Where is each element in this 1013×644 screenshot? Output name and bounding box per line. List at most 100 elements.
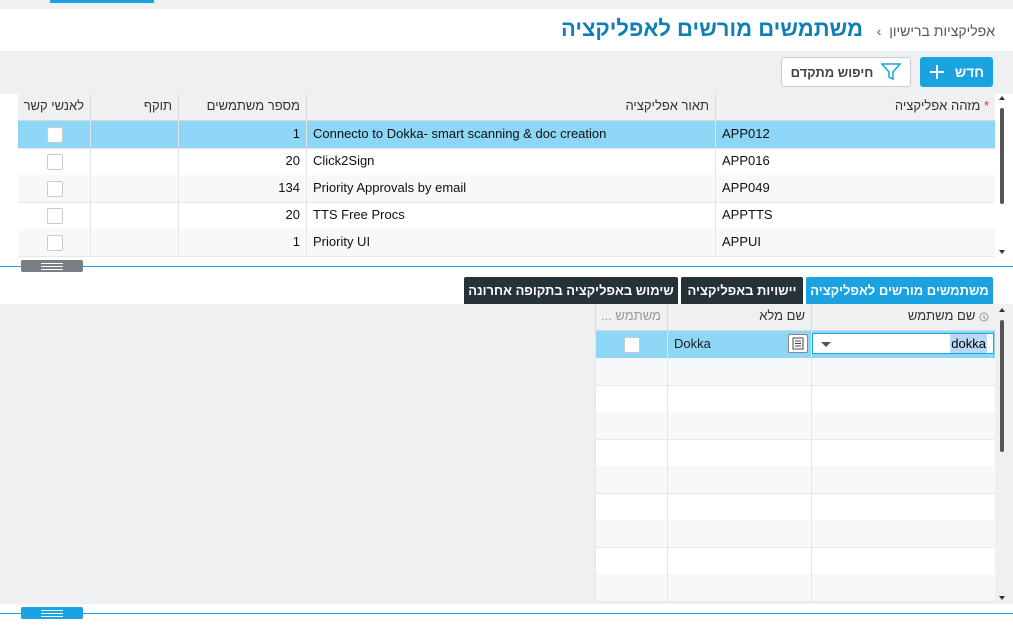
sub-tabs: משתמשים מורשים לאפליקציה יישויות באפליקצ… [0, 277, 1013, 304]
breadcrumb-parent-link[interactable]: אפליקציות ברישיון [889, 23, 995, 39]
scroll-up-icon[interactable] [999, 96, 1005, 100]
cell-user-count[interactable]: 20 [178, 202, 306, 229]
new-button[interactable]: חדש [920, 57, 993, 87]
dropdown-arrow-icon[interactable] [821, 342, 831, 347]
empty-row[interactable] [595, 358, 995, 386]
column-header-contacts-label: לאנשי קשר [23, 98, 84, 113]
page-header: אפליקציות ברישיון › משתמשים מורשים לאפלי… [0, 9, 1013, 51]
cell-user-flag [595, 331, 667, 358]
cell-fullname[interactable]: Dokka [667, 331, 811, 358]
splitter-handle-icon[interactable] [21, 607, 83, 619]
cell-validity[interactable] [90, 148, 178, 175]
cell-user-count[interactable]: 20 [178, 148, 306, 175]
cell-user-count[interactable]: 1 [178, 121, 306, 148]
cell-validity[interactable] [90, 175, 178, 202]
applications-table-scrollbar[interactable] [998, 94, 1006, 257]
scrollbar-thumb[interactable] [1000, 108, 1004, 204]
table-row[interactable]: APPUI Priority UI 1 [18, 229, 995, 257]
cell-app-desc[interactable]: Priority Approvals by email [306, 175, 715, 202]
fullname-value: Dokka [674, 336, 711, 351]
bottom-area [0, 604, 1013, 644]
column-header-username[interactable]: שם משתמש [811, 304, 995, 330]
tab-app-entities[interactable]: יישויות באפליקציה [681, 277, 803, 304]
tab-recent-usage[interactable]: שימוש באפליקציה בתקופה אחרונה [464, 277, 678, 304]
cell-app-desc[interactable]: Connecto to Dokka- smart scanning & doc … [306, 121, 715, 148]
required-mark: * [983, 98, 989, 113]
column-header-app-id-label: מזהה אפליקציה [894, 98, 981, 113]
username-input[interactable]: dokka [812, 333, 994, 354]
plus-icon [929, 65, 944, 79]
empty-row[interactable] [595, 493, 995, 521]
cell-validity[interactable] [90, 121, 178, 148]
authorized-users-scrollbar[interactable] [998, 304, 1006, 602]
column-header-user-flag[interactable]: משתמש ... [595, 304, 667, 330]
user-flag-checkbox[interactable] [624, 337, 640, 353]
column-header-fullname[interactable]: שם מלא [667, 304, 811, 330]
advanced-search-label: חיפוש מתקדם [790, 64, 874, 80]
page-title: משתמשים מורשים לאפליקציה [560, 16, 863, 41]
scroll-down-icon[interactable] [999, 250, 1005, 254]
column-header-app-desc[interactable]: תאור אפליקציה [306, 94, 715, 120]
cell-user-count[interactable]: 134 [178, 175, 306, 202]
cell-app-desc[interactable]: Click2Sign [306, 148, 715, 175]
cell-contacts [18, 202, 90, 229]
table-row[interactable]: APP016 Click2Sign 20 [18, 148, 995, 176]
table-row[interactable]: dokka Dokka [595, 331, 995, 359]
contacts-checkbox[interactable] [47, 235, 63, 251]
column-info-icon [979, 312, 989, 322]
cell-user-count[interactable]: 1 [178, 229, 306, 256]
tab-authorized-users[interactable]: משתמשים מורשים לאפליקציה [806, 277, 993, 304]
authorized-users-table: שם משתמש שם מלא משתמש ... dokka Dokka [595, 304, 995, 602]
new-button-label: חדש [954, 64, 985, 80]
empty-row[interactable] [595, 547, 995, 575]
column-header-app-id[interactable]: * מזהה אפליקציה [715, 94, 995, 120]
splitter-handle-icon[interactable] [21, 260, 83, 272]
filter-icon [881, 63, 902, 81]
column-header-fullname-label: שם מלא [759, 308, 805, 323]
column-header-contacts[interactable]: לאנשי קשר [18, 94, 90, 120]
column-header-user-count-label: מספר משתמשים [206, 98, 300, 113]
cell-validity[interactable] [90, 202, 178, 229]
cell-contacts [18, 175, 90, 202]
empty-row[interactable] [595, 466, 995, 494]
cell-app-id[interactable]: APPUI [715, 229, 995, 256]
table-row[interactable]: APP049 Priority Approvals by email 134 [18, 175, 995, 203]
cell-app-id[interactable]: APP049 [715, 175, 995, 202]
username-value: dokka [950, 334, 987, 353]
empty-row[interactable] [595, 574, 995, 602]
active-tab-indicator [50, 0, 154, 3]
advanced-search-button[interactable]: חיפוש מתקדם [781, 57, 911, 87]
scroll-up-icon[interactable] [999, 308, 1005, 312]
contacts-checkbox[interactable] [47, 181, 63, 197]
contacts-checkbox[interactable] [47, 208, 63, 224]
toolbar: חדש חיפוש מתקדם [0, 51, 1013, 94]
upper-splitter-line [0, 266, 1013, 267]
empty-row[interactable] [595, 412, 995, 440]
table-row[interactable]: APP012 Connecto to Dokka- smart scanning… [18, 121, 995, 149]
column-header-user-count[interactable]: מספר משתמשים [178, 94, 306, 120]
table-row[interactable]: APPTTS TTS Free Procs 20 [18, 202, 995, 230]
cell-username: dokka [811, 331, 995, 358]
column-header-validity[interactable]: תוקף [90, 94, 178, 120]
document-icon[interactable] [788, 334, 808, 353]
column-header-validity-label: תוקף [143, 98, 172, 113]
empty-row[interactable] [595, 385, 995, 413]
applications-table-header: * מזהה אפליקציה תאור אפליקציה מספר משתמש… [18, 94, 995, 121]
cell-app-id[interactable]: APP012 [715, 121, 995, 148]
contacts-checkbox[interactable] [47, 154, 63, 170]
column-header-app-desc-label: תאור אפליקציה [625, 98, 709, 113]
cell-validity[interactable] [90, 229, 178, 256]
cell-contacts [18, 148, 90, 175]
empty-row[interactable] [595, 520, 995, 548]
cell-app-id[interactable]: APPTTS [715, 202, 995, 229]
lower-splitter-line [0, 613, 1013, 614]
breadcrumb: אפליקציות ברישיון › [877, 23, 995, 39]
cell-app-id[interactable]: APP016 [715, 148, 995, 175]
scrollbar-thumb[interactable] [1000, 320, 1004, 452]
cell-app-desc[interactable]: TTS Free Procs [306, 202, 715, 229]
cell-app-desc[interactable]: Priority UI [306, 229, 715, 256]
contacts-checkbox[interactable] [47, 127, 63, 143]
applications-table: * מזהה אפליקציה תאור אפליקציה מספר משתמש… [18, 94, 995, 257]
empty-row[interactable] [595, 439, 995, 467]
scroll-down-icon[interactable] [999, 596, 1005, 600]
